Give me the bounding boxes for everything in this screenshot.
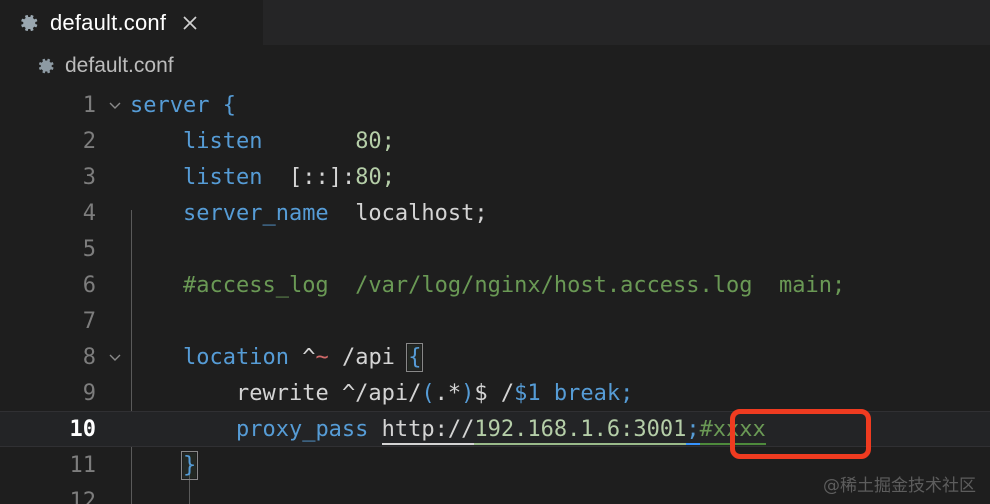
- code-line[interactable]: 6 #access_log /var/log/nginx/host.access…: [0, 267, 990, 303]
- code-line-active[interactable]: 10 proxy_pass http://192.168.1.6:3001;#x…: [0, 411, 990, 447]
- token-directive: listen: [182, 164, 263, 190]
- code-text: proxy_pass http://192.168.1.6:3001;#xxxx: [130, 416, 990, 445]
- token-comment: #access_log /var/log/nginx/host.access.l…: [182, 272, 846, 298]
- close-icon[interactable]: [178, 11, 202, 35]
- line-number: 2: [82, 128, 96, 154]
- line-number: 1: [82, 92, 96, 118]
- breadcrumb[interactable]: default.conf: [0, 45, 990, 87]
- chevron-down-icon[interactable]: [100, 97, 130, 113]
- token-bracket: [::]:: [288, 164, 356, 190]
- token-value: 80;: [355, 128, 395, 154]
- token-caret: ^: [288, 344, 316, 370]
- code-line[interactable]: 2 listen 80;: [0, 123, 990, 159]
- code-line[interactable]: 5: [0, 231, 990, 267]
- code-line[interactable]: 9 rewrite ^/api/(.*)$ /$1 break;: [0, 375, 990, 411]
- line-number: 8: [82, 344, 96, 370]
- token-directive: server_name: [182, 200, 329, 226]
- breadcrumb-label: default.conf: [65, 54, 174, 77]
- token-gap: [262, 165, 289, 190]
- line-number: 7: [82, 308, 96, 334]
- token-directive: rewrite: [235, 380, 342, 406]
- line-number: 5: [82, 236, 96, 262]
- tab-label: default.conf: [50, 9, 167, 35]
- token-directive: location: [182, 344, 289, 370]
- token-gap: [329, 201, 356, 226]
- editor-window: default.conf default.conf 1 server { 2 l…: [0, 0, 990, 504]
- token-directive: listen: [182, 128, 263, 154]
- code-editor[interactable]: 1 server { 2 listen 80; 3 listen [::]:80…: [0, 87, 990, 504]
- gear-icon: [38, 58, 54, 74]
- gear-icon: [21, 14, 38, 31]
- line-number: 6: [82, 272, 96, 298]
- line-number: 3: [82, 164, 96, 190]
- token-directive: proxy_pass: [235, 416, 382, 442]
- code-text: #access_log /var/log/nginx/host.access.l…: [130, 273, 990, 298]
- watermark: @稀土掘金技术社区: [823, 476, 976, 496]
- code-text: rewrite ^/api/(.*)$ /$1 break;: [130, 381, 990, 406]
- chevron-down-icon[interactable]: [100, 349, 130, 365]
- token-brace: {: [222, 92, 236, 118]
- token-paren-close: ): [461, 380, 475, 406]
- token-url-scheme: http://: [381, 416, 475, 445]
- token-break: break;: [540, 380, 634, 406]
- line-number: 9: [82, 380, 96, 406]
- code-text: location ^~ /api {: [130, 342, 990, 372]
- token-gap: [262, 129, 355, 154]
- token-keyword: server: [130, 92, 210, 118]
- tab-default-conf[interactable]: default.conf: [0, 0, 263, 45]
- token-pattern: ^/api/: [341, 380, 422, 406]
- code-line[interactable]: 8 location ^~ /api {: [0, 339, 990, 375]
- token-brace-match: {: [406, 342, 424, 372]
- line-number: 12: [69, 488, 97, 504]
- code-line[interactable]: 3 listen [::]:80;: [0, 159, 990, 195]
- code-line[interactable]: 1 server {: [0, 87, 990, 123]
- token-comment: #xxxx: [699, 416, 766, 445]
- code-line[interactable]: 7: [0, 303, 990, 339]
- code-line[interactable]: 4 server_name localhost;: [0, 195, 990, 231]
- code-text: listen 80;: [130, 129, 990, 154]
- line-number: 4: [82, 200, 96, 226]
- token-capture: $1: [514, 380, 541, 406]
- line-number: 10: [69, 416, 97, 442]
- token-url-host: 192.168.1.6:3001: [474, 416, 687, 445]
- code-text: server_name localhost;: [130, 201, 990, 226]
- tab-bar: default.conf: [0, 0, 990, 45]
- token-value: 80;: [355, 164, 395, 190]
- token-paren-open: (: [421, 380, 435, 406]
- token-tilde: ~: [315, 344, 329, 370]
- code-text: listen [::]:80;: [130, 165, 990, 190]
- token-dotstar: .*: [434, 380, 462, 406]
- token-brace-match: }: [180, 450, 199, 480]
- token-path: /api: [328, 344, 409, 370]
- token-dollar: $ /: [474, 380, 515, 406]
- line-number: 11: [69, 452, 97, 478]
- code-text: server {: [130, 93, 990, 118]
- token-semicolon: ;: [686, 416, 700, 445]
- token-value: localhost;: [355, 200, 488, 226]
